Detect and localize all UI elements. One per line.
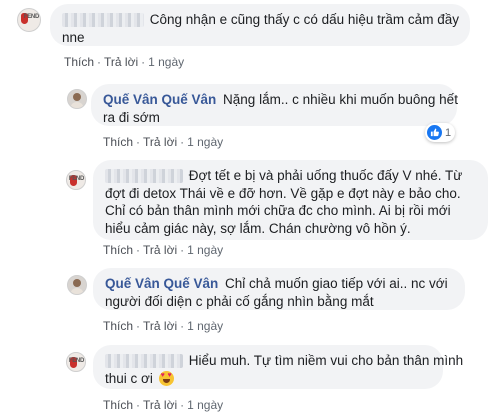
comment-bubble: Quế Vân Quế Vân Nặng lắm.. c nhiều khi m… — [91, 84, 458, 126]
comment-text-line-2: người đối diện c phải cố gắng nhìn bằng … — [105, 293, 374, 309]
commenter-avatar[interactable]: FEND — [17, 8, 41, 32]
comment-actions: Thích · Trả lời · 1 ngày — [64, 55, 185, 69]
like-link[interactable]: Thích — [103, 398, 133, 412]
comment-time[interactable]: 1 ngày — [187, 319, 223, 333]
fend-logo: FEND — [23, 14, 39, 20]
comment-text-line-1: Nặng lắm.. c nhiều khi muốn buông hết — [223, 92, 458, 107]
reaction-count-badge[interactable]: 1 — [425, 123, 456, 142]
comment-actions: Thích · Trả lời · 1 ngày — [103, 243, 224, 257]
comment-1: FEND Công nhận e cũng thấy c có dấu hiệu… — [0, 0, 495, 70]
reply-link[interactable]: Trả lời — [143, 398, 177, 412]
reaction-count: 1 — [445, 126, 452, 139]
comment-text-line-3: Chỉ có bản thân mình mới chữa đc cho mìn… — [105, 203, 451, 218]
comment-text-line-1: Công nhận e cũng thấy c có dấu hiệu trầm… — [149, 12, 459, 27]
like-link[interactable]: Thích — [103, 135, 133, 149]
comment-text-line-4: hiểu cảm giác này, sợ lắm. Chán chường v… — [105, 220, 411, 236]
comment-bubble: Quế Vân Quế Vân Chỉ chả muốn giao tiếp v… — [93, 268, 465, 310]
replier-avatar[interactable]: FEND — [66, 170, 86, 190]
comment-bubble: Hiểu muh. Tự tìm niềm vui cho bản thân m… — [93, 345, 463, 389]
comment-text-line-2: đợt đi detox Thái về e đỡ hơn. Về gặp e … — [105, 185, 461, 201]
reply-link[interactable]: Trả lời — [104, 55, 138, 69]
reply-4: FEND Hiểu muh. Tự tìm niềm vui cho bản t… — [0, 343, 495, 415]
comment-text-line-1: Đợt tết e bị và phải uống thuốc đấy V nh… — [188, 168, 463, 183]
comment-time[interactable]: 1 ngày — [148, 55, 184, 69]
replier-avatar[interactable]: FEND — [66, 352, 86, 372]
comment-bubble: Công nhận e cũng thấy c có dấu hiệu trầm… — [50, 4, 470, 46]
comment-bubble: Đợt tết e bị và phải uống thuốc đấy V nh… — [93, 160, 488, 240]
replier-avatar[interactable] — [67, 275, 87, 295]
comment-actions: Thích · Trả lời · 1 ngày — [103, 319, 224, 333]
redacted-author-name[interactable] — [105, 169, 183, 184]
fend-logo: FEND — [68, 176, 84, 182]
comment-time[interactable]: 1 ngày — [187, 135, 223, 149]
like-reaction-icon — [427, 125, 442, 140]
author-name[interactable]: Quế Vân Quế Vân — [103, 92, 216, 107]
reply-link[interactable]: Trả lời — [143, 135, 177, 149]
replier-avatar[interactable] — [67, 89, 87, 109]
comment-time[interactable]: 1 ngày — [187, 243, 223, 257]
fend-logo: FEND — [68, 358, 84, 364]
like-link[interactable]: Thích — [103, 243, 133, 257]
reply-link[interactable]: Trả lời — [143, 319, 177, 333]
comment-text-line-1: Hiểu muh. Tự tìm niềm vui cho bản thân m… — [188, 353, 464, 368]
reply-link[interactable]: Trả lời — [143, 243, 177, 257]
like-link[interactable]: Thích — [64, 55, 94, 69]
redacted-author-name[interactable] — [105, 354, 183, 369]
comment-actions: Thích · Trả lời · 1 ngày — [103, 135, 224, 149]
heart-eyes-emoji-icon — [158, 370, 174, 386]
comment-text-line-1: Chỉ chả muốn giao tiếp với ai.. nc với — [225, 276, 448, 291]
comment-actions: Thích · Trả lời · 1 ngày — [103, 398, 224, 412]
comment-text-line-2: ra đi sớm — [103, 109, 160, 125]
comment-text-line-2: nne — [62, 29, 85, 45]
like-link[interactable]: Thích — [103, 319, 133, 333]
reply-3: Quế Vân Quế Vân Chỉ chả muốn giao tiếp v… — [0, 266, 495, 336]
author-name[interactable]: Quế Vân Quế Vân — [105, 276, 218, 291]
comment-text-line-2: thui c ơi — [105, 370, 153, 386]
reply-2: FEND Đợt tết e bị và phải uống thuốc đấy… — [0, 158, 495, 258]
comment-time[interactable]: 1 ngày — [187, 398, 223, 412]
reply-1: Quế Vân Quế Vân Nặng lắm.. c nhiều khi m… — [0, 80, 495, 150]
redacted-author-name[interactable] — [62, 13, 144, 28]
